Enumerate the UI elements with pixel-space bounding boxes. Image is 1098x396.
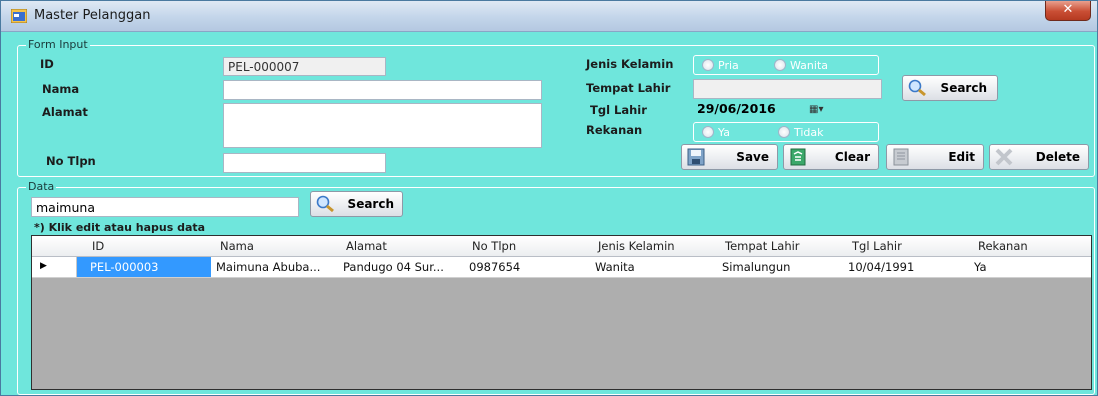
save-label: Save — [736, 150, 769, 164]
form-icon — [11, 9, 27, 23]
clear-button[interactable]: Clear — [783, 144, 879, 170]
delete-button[interactable]: Delete — [989, 144, 1089, 170]
save-button[interactable]: Save — [681, 144, 778, 170]
row-header[interactable]: ▶ — [32, 257, 77, 277]
col-header-id[interactable]: ID — [92, 239, 104, 253]
nama-field[interactable] — [223, 80, 542, 100]
table-row[interactable]: ▶ PEL-000003 Maimuna Abuba... Pandugo 04… — [32, 257, 1091, 278]
form-input-legend: Form Input — [26, 38, 90, 51]
close-button[interactable]: ✕ — [1045, 1, 1091, 21]
magnifier-icon — [316, 195, 334, 213]
radio-tidak-label: Tidak — [794, 126, 824, 139]
row-pointer-icon: ▶ — [40, 261, 47, 271]
col-header-no-tlpn[interactable]: No Tlpn — [472, 239, 516, 253]
notepad-icon — [893, 148, 909, 166]
pelanggan-data-grid[interactable]: ID Nama Alamat No Tlpn Jenis Kelamin Tem… — [31, 235, 1092, 390]
radio-dot-icon — [702, 126, 714, 138]
edit-button[interactable]: Edit — [886, 144, 984, 170]
search-button-label: Search — [940, 81, 987, 95]
radio-tidak[interactable]: Tidak — [778, 126, 824, 139]
label-rekanan: Rekanan — [586, 123, 643, 137]
label-nama: Nama — [42, 82, 80, 96]
col-header-nama[interactable]: Nama — [220, 239, 254, 253]
cell-alamat[interactable]: Pandugo 04 Sur... — [343, 260, 465, 274]
edit-label: Edit — [948, 150, 975, 164]
label-no-tlpn: No Tlpn — [46, 154, 96, 168]
edit-hint-text: *) Klik edit atau hapus data — [34, 221, 206, 234]
tgl-lahir-value: 29/06/2016 — [697, 101, 776, 116]
tgl-lahir-picker[interactable]: 29/06/2016 — [697, 101, 776, 116]
label-id: ID — [40, 57, 54, 71]
radio-dot-icon — [774, 59, 786, 71]
gender-radio-group: Pria Wanita — [693, 55, 879, 75]
magnifier-icon — [908, 79, 926, 97]
cell-jenis-kelamin[interactable]: Wanita — [595, 260, 717, 274]
col-header-tgl-lahir[interactable]: Tgl Lahir — [852, 239, 902, 253]
delete-label: Delete — [1035, 150, 1080, 164]
cell-tgl-lahir[interactable]: 10/04/1991 — [848, 260, 970, 274]
col-header-alamat[interactable]: Alamat — [346, 239, 387, 253]
recycle-bin-icon — [790, 148, 806, 166]
grid-header-row: ID Nama Alamat No Tlpn Jenis Kelamin Tem… — [32, 236, 1091, 257]
alamat-field[interactable] — [223, 103, 542, 148]
search-tempat-lahir-button[interactable]: Search — [902, 75, 998, 101]
cell-id[interactable]: PEL-000003 — [90, 260, 208, 274]
radio-pria[interactable]: Pria — [702, 59, 739, 72]
cell-nama[interactable]: Maimuna Abuba... — [216, 260, 338, 274]
clear-label: Clear — [834, 150, 870, 164]
cell-rekanan[interactable]: Ya — [974, 260, 1084, 274]
tempat-lahir-field[interactable] — [693, 79, 882, 99]
radio-dot-icon — [778, 126, 790, 138]
label-tempat-lahir: Tempat Lahir — [586, 81, 671, 95]
radio-ya-label: Ya — [718, 126, 730, 139]
col-header-jenis-kelamin[interactable]: Jenis Kelamin — [598, 239, 675, 253]
cell-no-tlpn[interactable]: 0987654 — [469, 260, 591, 274]
delete-x-icon — [995, 148, 1013, 166]
data-legend: Data — [26, 180, 57, 193]
title-bar[interactable]: Master Pelanggan ✕ — [1, 1, 1097, 32]
label-jenis-kelamin: Jenis Kelamin — [586, 57, 674, 71]
radio-ya[interactable]: Ya — [702, 126, 730, 139]
id-field[interactable]: PEL-000007 — [223, 57, 386, 76]
data-search-label: Search — [347, 197, 394, 211]
data-search-button[interactable]: Search — [310, 191, 403, 217]
window-title: Master Pelanggan — [34, 8, 151, 23]
radio-wanita[interactable]: Wanita — [774, 59, 828, 72]
radio-dot-icon — [702, 59, 714, 71]
col-header-tempat-lahir[interactable]: Tempat Lahir — [725, 239, 800, 253]
radio-wanita-label: Wanita — [790, 59, 828, 72]
calendar-dropdown-icon[interactable]: ▦▾ — [809, 104, 823, 115]
label-tgl-lahir: Tgl Lahir — [590, 103, 647, 117]
cell-tempat-lahir[interactable]: Simalungun — [722, 260, 844, 274]
radio-pria-label: Pria — [718, 59, 739, 72]
rekanan-radio-group: Ya Tidak — [693, 122, 879, 142]
no-tlpn-field[interactable] — [223, 153, 386, 173]
floppy-disk-icon — [687, 148, 705, 166]
master-pelanggan-window: Master Pelanggan ✕ Form Input ID PEL-000… — [0, 0, 1098, 396]
label-alamat: Alamat — [42, 105, 88, 119]
data-search-input[interactable]: maimuna — [31, 197, 299, 217]
col-header-rekanan[interactable]: Rekanan — [978, 239, 1028, 253]
